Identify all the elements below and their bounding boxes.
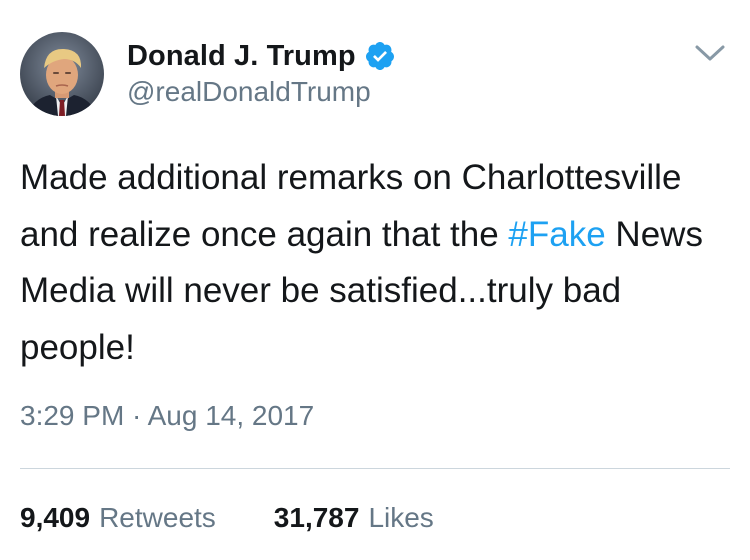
retweets-label: Retweets [99,502,216,533]
retweets-count: 9,409 [20,502,91,533]
hashtag-link[interactable]: #Fake [508,215,605,254]
tweet-text: Made additional remarks on Charlottesvil… [20,150,735,376]
avatar[interactable] [20,32,104,116]
retweets-stat[interactable]: 9,409 Retweets [20,502,216,534]
avatar-image [20,32,104,116]
tweet-stats: 9,409 Retweets 31,787 Likes [20,502,434,534]
author-handle[interactable]: @realDonaldTrump [127,76,396,108]
likes-label: Likes [368,502,434,533]
author-name-row: Donald J. Trump [127,38,396,74]
author-block: Donald J. Trump @realDonaldTrump [127,38,396,108]
likes-stat[interactable]: 31,787 Likes [274,502,434,534]
author-display-name[interactable]: Donald J. Trump [127,40,356,73]
divider [20,468,730,469]
tweet-timestamp[interactable]: 3:29 PM · Aug 14, 2017 [20,400,314,432]
tweet-card: Donald J. Trump @realDonaldTrump Made ad… [0,0,750,560]
chevron-down-icon[interactable] [694,42,726,64]
verified-badge-icon [364,40,396,72]
likes-count: 31,787 [273,502,360,533]
